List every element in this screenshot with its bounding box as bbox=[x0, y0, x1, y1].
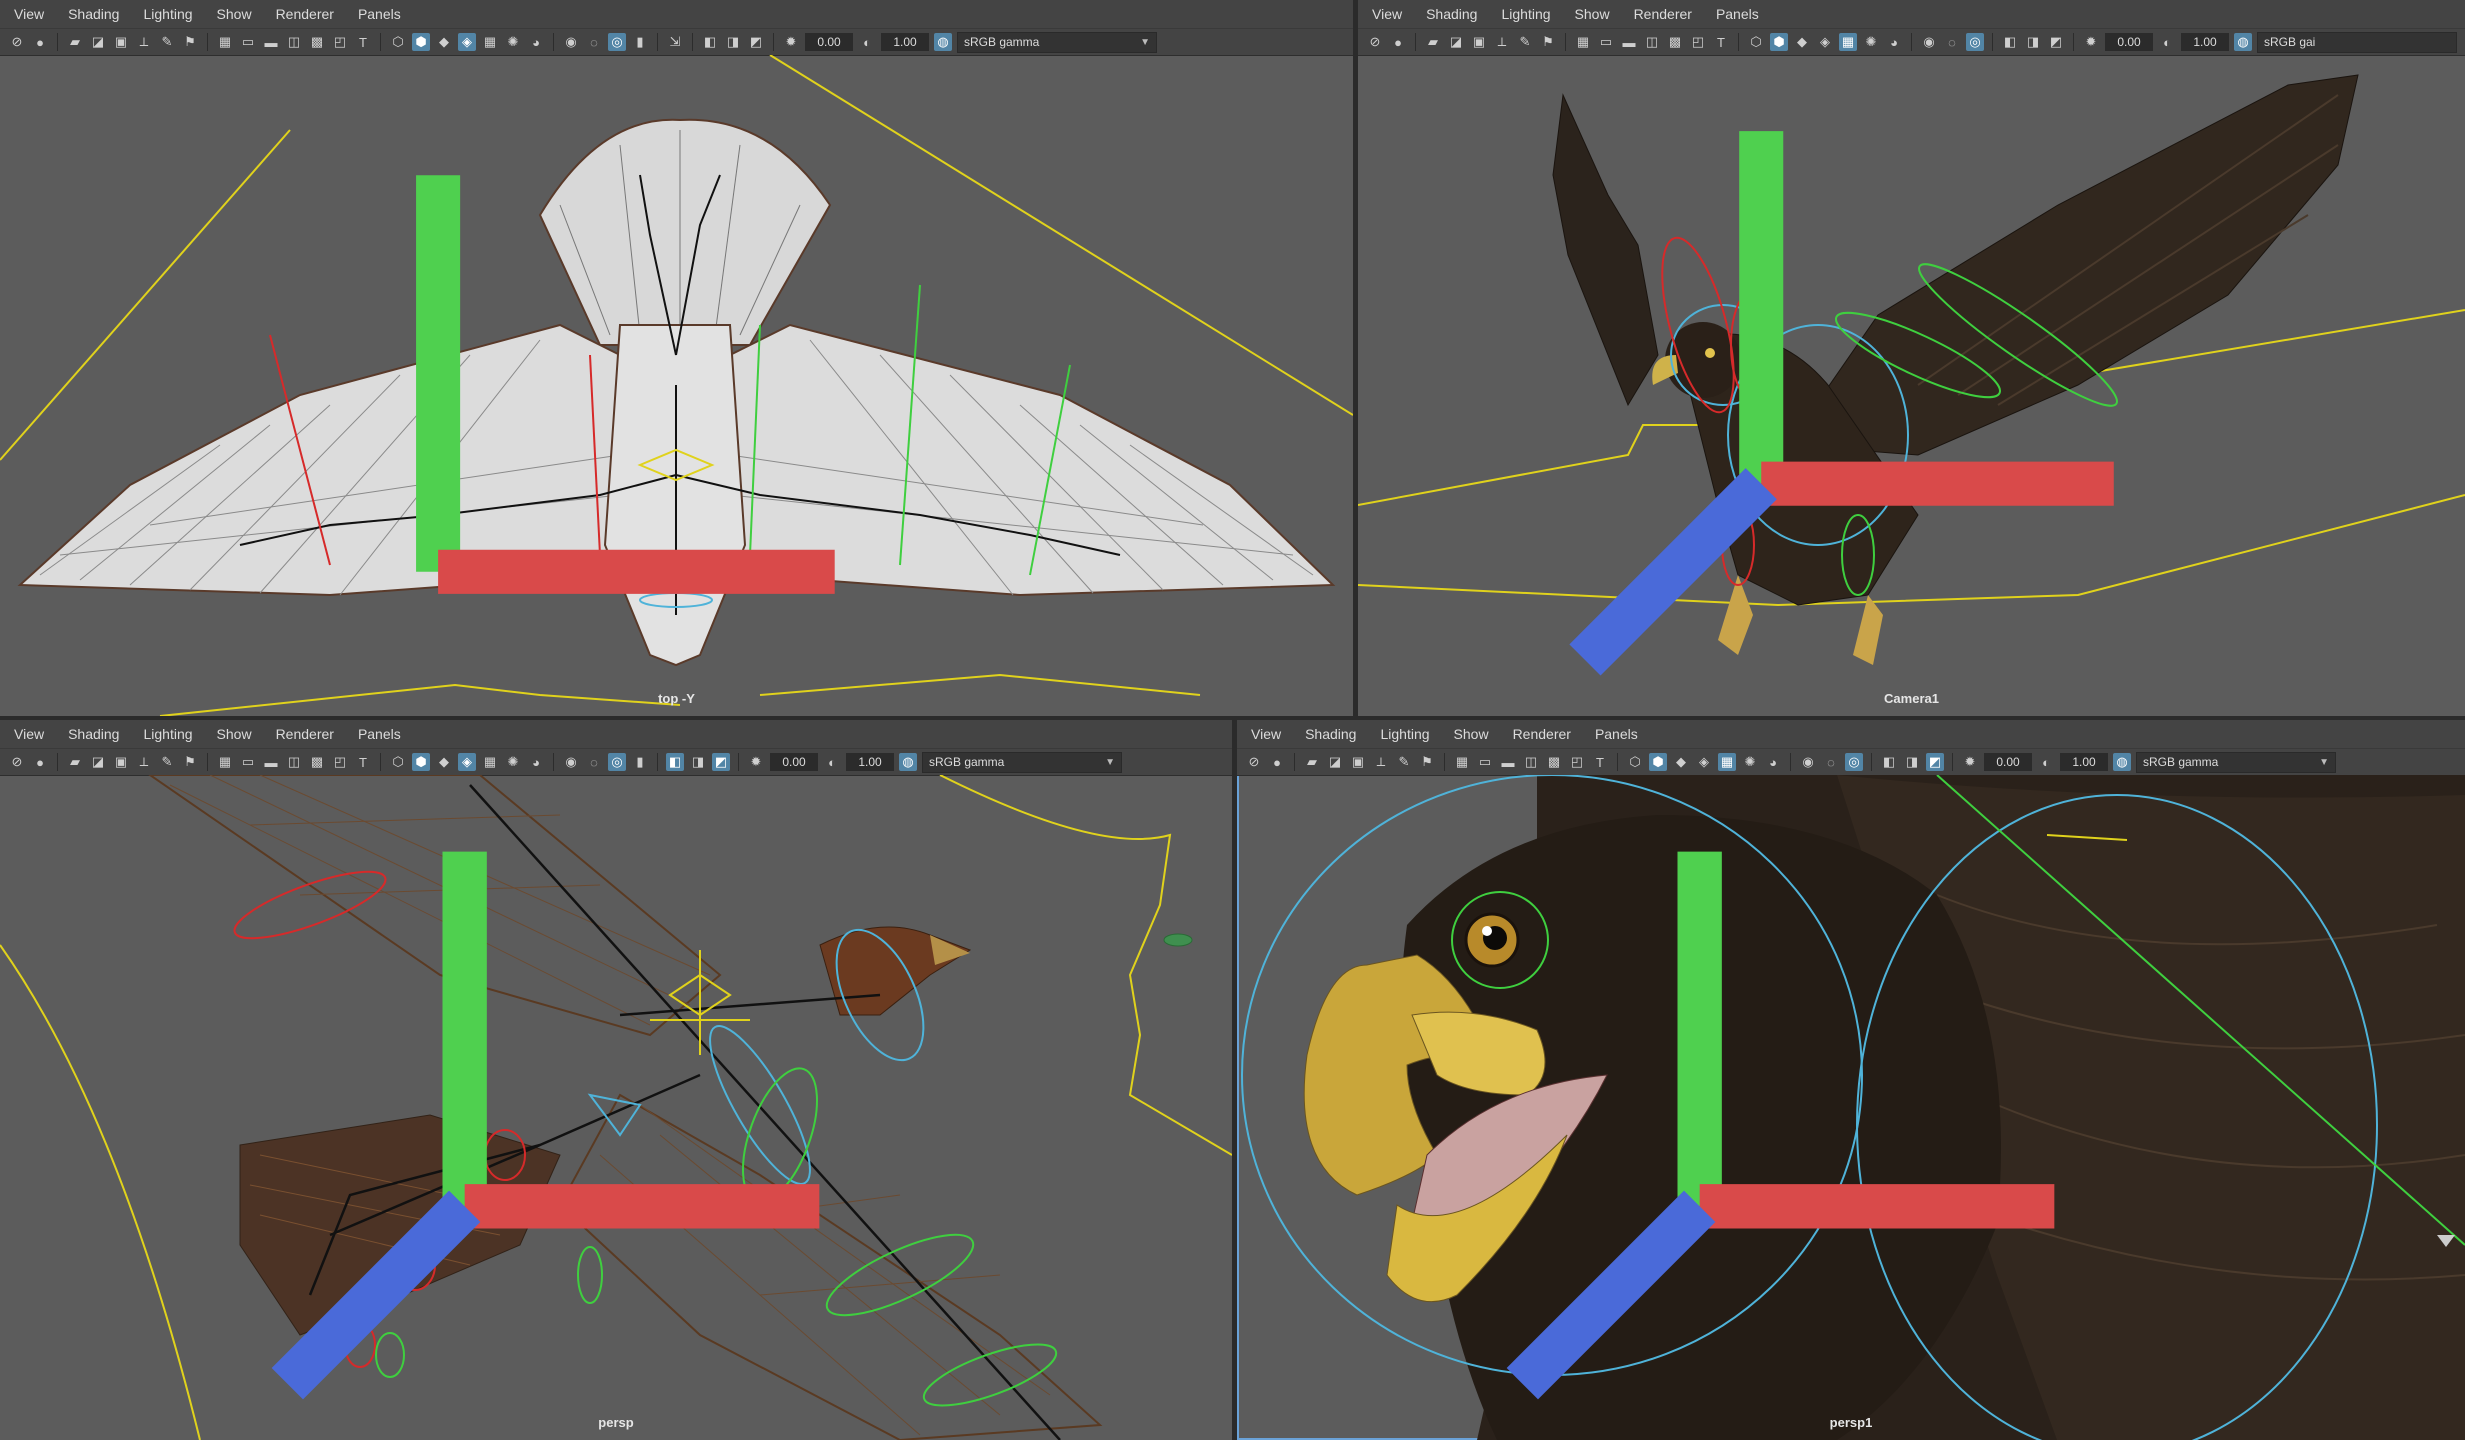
viewport-canvas[interactable]: persp1 bbox=[1237, 775, 2465, 1440]
menu-view[interactable]: View bbox=[1372, 6, 1402, 22]
camera-name-label: persp1 bbox=[1829, 1415, 1873, 1430]
menu-lighting[interactable]: Lighting bbox=[1380, 726, 1429, 742]
viewport-camera1[interactable]: View Shading Lighting Show Renderer Pane… bbox=[1358, 0, 2465, 716]
menu-renderer[interactable]: Renderer bbox=[276, 6, 334, 22]
menu-show[interactable]: Show bbox=[1454, 726, 1489, 742]
viewport-persp1[interactable]: View Shading Lighting Show Renderer Pane… bbox=[1237, 720, 2465, 1440]
panel-menubar: View Shading Lighting Show Renderer Pane… bbox=[1237, 720, 2465, 748]
menu-lighting[interactable]: Lighting bbox=[1501, 6, 1550, 22]
camera-name-label: Camera1 bbox=[1884, 691, 1939, 706]
menu-view[interactable]: View bbox=[14, 726, 44, 742]
menu-panels[interactable]: Panels bbox=[358, 6, 401, 22]
viewport-canvas[interactable]: persp bbox=[0, 775, 1232, 1440]
menu-shading[interactable]: Shading bbox=[1426, 6, 1477, 22]
menu-panels[interactable]: Panels bbox=[1716, 6, 1759, 22]
menu-panels[interactable]: Panels bbox=[1595, 726, 1638, 742]
viewport-canvas[interactable]: top -Y bbox=[0, 55, 1353, 716]
menu-shading[interactable]: Shading bbox=[68, 6, 119, 22]
viewport-canvas[interactable]: Camera1 bbox=[1358, 55, 2465, 716]
viewport-top[interactable]: View Shading Lighting Show Renderer Pane… bbox=[0, 0, 1353, 716]
menu-view[interactable]: View bbox=[14, 6, 44, 22]
menu-shading[interactable]: Shading bbox=[68, 726, 119, 742]
menu-show[interactable]: Show bbox=[1575, 6, 1610, 22]
panel-menubar: View Shading Lighting Show Renderer Pane… bbox=[0, 720, 1232, 748]
panel-menubar: View Shading Lighting Show Renderer Pane… bbox=[1358, 0, 2465, 28]
menu-shading[interactable]: Shading bbox=[1305, 726, 1356, 742]
menu-renderer[interactable]: Renderer bbox=[1513, 726, 1571, 742]
menu-renderer[interactable]: Renderer bbox=[1634, 6, 1692, 22]
select-camera-icon[interactable]: ⊘ bbox=[8, 33, 26, 51]
menu-show[interactable]: Show bbox=[217, 6, 252, 22]
menu-panels[interactable]: Panels bbox=[358, 726, 401, 742]
menu-view[interactable]: View bbox=[1251, 726, 1281, 742]
select-camera-icon[interactable]: ⊘ bbox=[1366, 33, 1384, 51]
viewport-persp[interactable]: View Shading Lighting Show Renderer Pane… bbox=[0, 720, 1232, 1440]
select-camera-icon[interactable]: ⊘ bbox=[8, 753, 26, 771]
panel-menubar: View Shading Lighting Show Renderer Pane… bbox=[0, 0, 1353, 28]
menu-renderer[interactable]: Renderer bbox=[276, 726, 334, 742]
view-axis-indicator bbox=[1506, 851, 2055, 1400]
view-axis-indicator bbox=[271, 851, 820, 1400]
menu-show[interactable]: Show bbox=[217, 726, 252, 742]
camera-name-label: top -Y bbox=[658, 691, 695, 706]
camera-name-label: persp bbox=[598, 1415, 634, 1430]
select-camera-icon[interactable]: ⊘ bbox=[1245, 753, 1263, 771]
view-axis-indicator bbox=[416, 175, 835, 594]
menu-lighting[interactable]: Lighting bbox=[143, 6, 192, 22]
view-axis-indicator bbox=[1569, 131, 2114, 676]
menu-lighting[interactable]: Lighting bbox=[143, 726, 192, 742]
